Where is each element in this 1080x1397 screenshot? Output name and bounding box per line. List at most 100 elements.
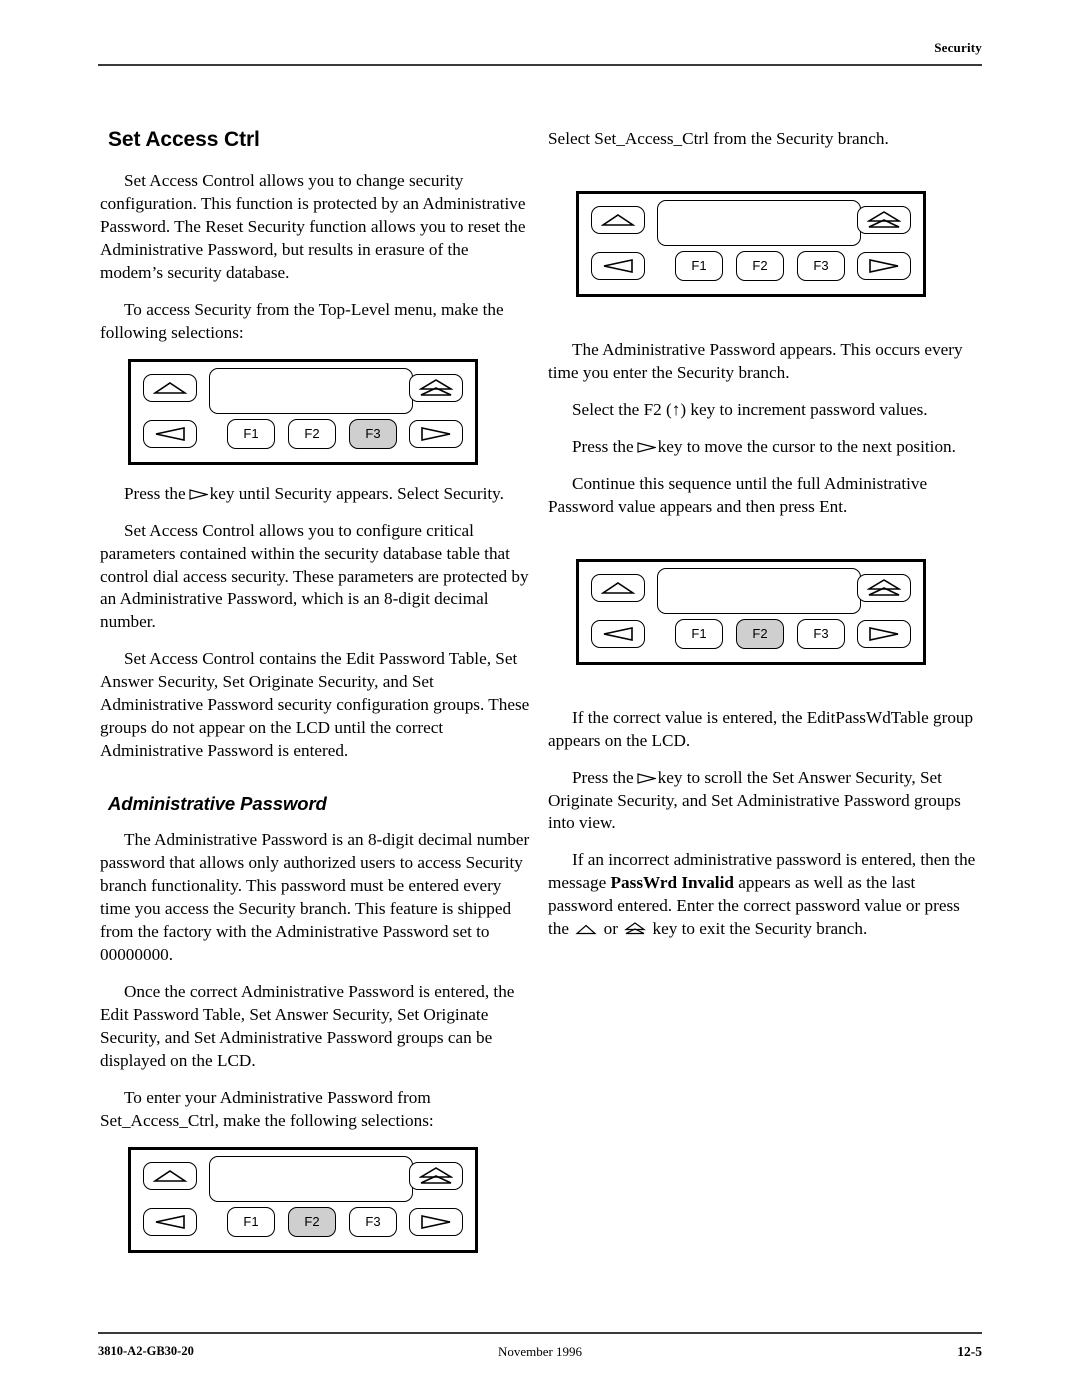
paragraph-select-f2-increment: Select the F2 (↑) key to increment passw… — [572, 399, 928, 419]
paragraph-text-after: key to move the cursor to the next posit… — [657, 436, 956, 456]
f2-key[interactable]: F2 — [288, 1206, 336, 1237]
paragraph-correct-value-entered: If the correct value is entered, the Edi… — [548, 707, 974, 750]
subsection-title-administrative-password: Administrative Password — [108, 793, 327, 815]
page-footer: 3810-A2-GB30-20 November 1996 12-5 — [98, 1332, 982, 1372]
lcd-panel-admin-password: Admin Password? Ent ↑00000000 F1 F2 F3 — [576, 190, 926, 297]
right-triangle-icon — [421, 426, 451, 441]
lcd-panel-idle-security: Idle : 19.2⇄ Control Security F1 F2 F3 — [128, 358, 478, 465]
paragraph-admin-password-appears: The Administrative Password appears. Thi… — [548, 339, 963, 382]
lcd-line-1: Idle : 19.2⇄ — [219, 413, 405, 414]
paragraph-select-setaccessctrl: Select Set_Access_Ctrl from the Security… — [548, 129, 889, 148]
double-triangle-icon — [419, 378, 453, 396]
footer-rule — [98, 1332, 982, 1334]
paragraph-incorrect-password: If an incorrect administrative password … — [548, 849, 978, 941]
up-triangle-key[interactable] — [143, 1161, 197, 1190]
f2-key[interactable]: F2 — [736, 618, 784, 649]
right-column: Select Set_Access_Ctrl from the Security… — [548, 128, 978, 955]
right-triangle-key[interactable] — [857, 619, 911, 648]
paragraph-admin-password-desc: The Administrative Password is an 8-digi… — [100, 830, 530, 964]
lcd-line-1: Security> — [219, 1201, 405, 1202]
paragraph-access-security: To access Security from the Top-Level me… — [100, 299, 504, 342]
f3-key[interactable]: F3 — [797, 618, 845, 649]
up-triangle-icon — [575, 924, 597, 935]
lcd-line-1-more-indicator: > — [394, 1201, 403, 1202]
escape-double-triangle-key[interactable] — [857, 573, 911, 602]
double-triangle-icon — [867, 578, 901, 596]
left-triangle-icon — [155, 1214, 185, 1229]
left-triangle-icon — [155, 426, 185, 441]
lcd-display: Admin Password? Ent ↑00000000 — [657, 199, 861, 246]
lcd-line-1-more-indicator: > — [842, 613, 851, 614]
up-triangle-icon — [153, 381, 187, 394]
f3-key[interactable]: F3 — [349, 418, 397, 449]
f3-key[interactable]: F3 — [349, 1206, 397, 1237]
f1-key[interactable]: F1 — [675, 618, 723, 649]
up-triangle-key[interactable] — [143, 373, 197, 402]
right-triangle-icon — [421, 1214, 451, 1229]
right-triangle-icon — [636, 442, 657, 453]
left-column: Set Access Ctrl Set Access Control allow… — [100, 128, 530, 1271]
page-number: 12-5 — [957, 1344, 982, 1359]
left-triangle-icon — [603, 258, 633, 273]
up-triangle-icon — [601, 213, 635, 226]
lcd-panel-security-setaccessctrl: Security> Set_Access_Ctrl F1 F2 F3 — [128, 1146, 478, 1253]
up-triangle-key[interactable] — [591, 573, 645, 602]
paragraph-text-before: Press the — [572, 767, 634, 787]
escape-double-triangle-key[interactable] — [409, 1161, 463, 1190]
lcd-line-1: Admin Password? — [667, 245, 853, 246]
header-rule — [98, 64, 982, 66]
paragraph-once-correct-password: Once the correct Administrative Password… — [100, 981, 515, 1070]
up-triangle-icon — [601, 581, 635, 594]
f2-key[interactable]: F2 — [736, 250, 784, 281]
right-triangle-icon — [869, 626, 899, 641]
paragraph-text-before: Press the — [572, 436, 634, 456]
passwrd-invalid-message: PassWrd Invalid — [610, 873, 734, 893]
double-triangle-icon — [624, 922, 647, 935]
right-triangle-key[interactable] — [409, 1207, 463, 1236]
document-page: Security Set Access Ctrl Set Access Cont… — [0, 0, 1080, 1397]
paragraph-set-access-control-intro: Set Access Control allows you to change … — [100, 171, 526, 282]
paragraph-continue-sequence: Continue this sequence until the full Ad… — [548, 473, 928, 516]
running-header: Security — [98, 40, 982, 72]
right-triangle-icon — [636, 772, 657, 784]
page-title: Set Access Ctrl — [108, 128, 260, 151]
escape-double-triangle-key[interactable] — [857, 205, 911, 234]
paragraph-press-right-scroll: Press the key to scroll the Set Answer Se… — [548, 767, 978, 836]
left-triangle-icon — [603, 626, 633, 641]
double-triangle-icon — [419, 1166, 453, 1184]
caption-press-right-key: Press the key until Security appears. Sel… — [100, 483, 530, 506]
lcd-display: Set Access Ctrl> Edit PassWd Table — [657, 567, 861, 614]
left-triangle-key[interactable] — [143, 1207, 197, 1236]
up-triangle-key[interactable] — [591, 205, 645, 234]
caption-text-after: key until Security appears. Select Secur… — [209, 483, 504, 503]
left-triangle-key[interactable] — [143, 419, 197, 448]
f1-key[interactable]: F1 — [227, 418, 275, 449]
lcd-display: Security> Set_Access_Ctrl — [209, 1155, 413, 1202]
f2-key[interactable]: F2 — [288, 418, 336, 449]
up-triangle-icon — [153, 1169, 187, 1182]
paragraph-to-enter-password: To enter your Administrative Password fr… — [100, 1087, 434, 1130]
running-head-text: Security — [934, 40, 982, 55]
paragraph-text-part-c: or — [599, 919, 623, 939]
lcd-display: Idle : 19.2⇄ Control Security — [209, 367, 413, 414]
left-triangle-key[interactable] — [591, 619, 645, 648]
paragraph-contains-groups: Set Access Control contains the Edit Pas… — [100, 649, 530, 761]
publication-date: November 1996 — [497, 1344, 583, 1359]
f1-key[interactable]: F1 — [675, 250, 723, 281]
right-triangle-key[interactable] — [857, 251, 911, 280]
lcd-line-1: Set Access Ctrl> — [667, 613, 853, 614]
left-triangle-key[interactable] — [591, 251, 645, 280]
paragraph-configure-critical-params: Set Access Control allows you to configu… — [100, 520, 529, 632]
lcd-panel-setaccessctrl-editpasswd: Set Access Ctrl> Edit PassWd Table F1 F2… — [576, 558, 926, 665]
f1-key[interactable]: F1 — [227, 1206, 275, 1237]
right-triangle-icon — [188, 488, 209, 500]
paragraph-text-part-d: key to exit the Security branch. — [648, 919, 868, 939]
f3-key[interactable]: F3 — [797, 250, 845, 281]
right-triangle-icon — [869, 258, 899, 273]
lcd-line-1-indicator-icon: ⇄ — [390, 413, 403, 414]
right-triangle-key[interactable] — [409, 419, 463, 448]
escape-double-triangle-key[interactable] — [409, 373, 463, 402]
caption-text-before: Press the — [124, 483, 186, 503]
double-triangle-icon — [867, 211, 901, 228]
paragraph-press-right-move-cursor: Press the key to move the cursor to the n… — [548, 436, 978, 459]
